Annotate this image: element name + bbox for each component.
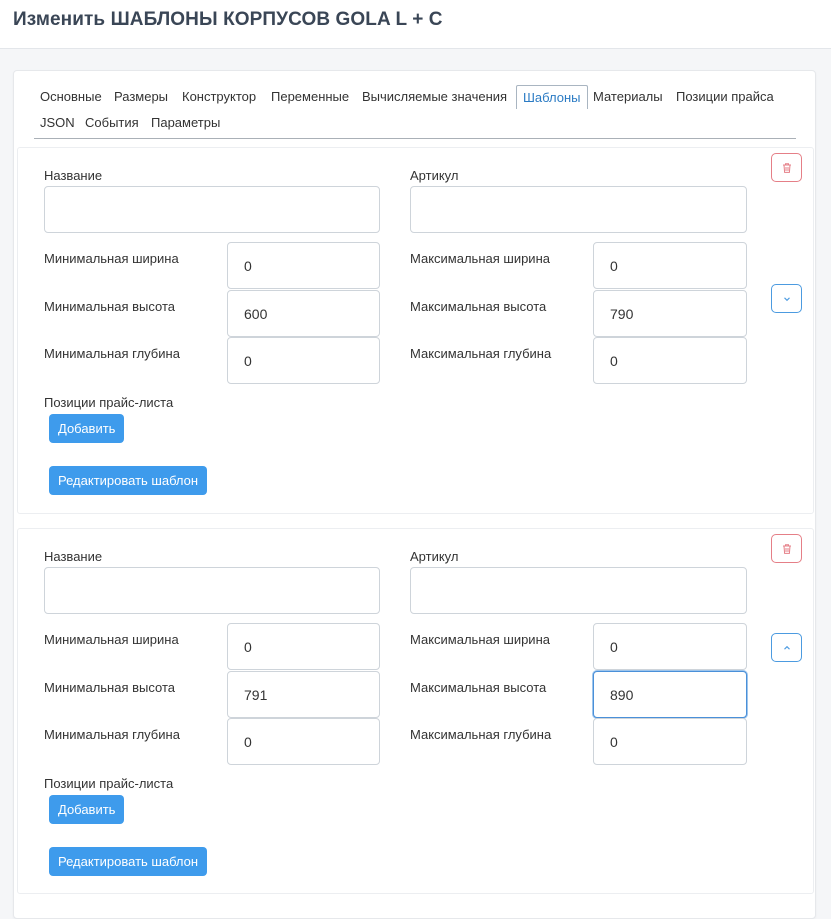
name-label: Название [44, 549, 103, 564]
edit-template-button[interactable]: Редактировать шаблон [49, 847, 208, 876]
min-depth-input[interactable] [227, 718, 380, 765]
price-positions-label: Позиции прайс-листа [44, 776, 174, 791]
max-depth-input[interactable] [593, 718, 747, 765]
collapse-toggle-button[interactable] [771, 633, 802, 662]
page-title: Изменить ШАБЛОНЫ КОРПУСОВ GOLA L + C [13, 9, 443, 30]
max-depth-label: Максимальная глубина [410, 346, 552, 361]
max-width-label: Максимальная ширина [410, 632, 550, 647]
min-width-label: Минимальная ширина [44, 632, 179, 647]
add-price-position-button[interactable]: Добавить [49, 795, 125, 824]
max-height-label: Максимальная высота [410, 299, 547, 314]
delete-template-button[interactable] [771, 534, 802, 563]
edit-template-button[interactable]: Редактировать шаблон [49, 466, 208, 495]
article-label: Артикул [410, 549, 459, 564]
template-section: Название Артикул Минимальная ширина Макс… [17, 528, 814, 894]
name-label: Название [44, 168, 103, 183]
min-height-label: Минимальная высота [44, 299, 175, 314]
tab-json[interactable]: JSON [34, 111, 81, 135]
edit-card: Основные Размеры Конструктор Переменные … [13, 70, 816, 919]
price-positions-label: Позиции прайс-листа [44, 395, 174, 410]
article-input[interactable] [410, 567, 747, 614]
max-width-label: Максимальная ширина [410, 251, 550, 266]
min-depth-label: Минимальная глубина [44, 346, 180, 361]
tab-sizes[interactable]: Размеры [108, 85, 174, 109]
article-input[interactable] [410, 186, 747, 233]
collapse-toggle-button[interactable] [771, 284, 802, 313]
tab-constructor[interactable]: Конструктор [176, 85, 262, 109]
trash-icon [781, 162, 793, 174]
add-price-position-button[interactable]: Добавить [49, 414, 125, 443]
tab-parameters[interactable]: Параметры [145, 111, 226, 135]
max-height-label: Максимальная высота [410, 680, 547, 695]
tab-basic[interactable]: Основные [34, 85, 108, 109]
tab-templates[interactable]: Шаблоны [516, 85, 588, 109]
max-width-input[interactable] [593, 242, 747, 289]
chevron-down-icon [782, 294, 792, 304]
max-width-input[interactable] [593, 623, 747, 670]
max-depth-input[interactable] [593, 337, 747, 384]
chevron-up-icon [782, 643, 792, 653]
tab-price-positions[interactable]: Позиции прайса [670, 85, 780, 109]
min-height-input[interactable] [227, 290, 380, 337]
delete-template-button[interactable] [771, 153, 802, 182]
tab-variables[interactable]: Переменные [265, 85, 355, 109]
min-depth-label: Минимальная глубина [44, 727, 180, 742]
min-height-input[interactable] [227, 671, 380, 718]
tab-materials[interactable]: Материалы [587, 85, 669, 109]
tab-events[interactable]: События [79, 111, 145, 135]
template-section: Название Артикул Минимальная ширина Макс… [17, 147, 814, 514]
max-height-input[interactable] [593, 671, 747, 718]
min-height-label: Минимальная высота [44, 680, 175, 695]
min-width-label: Минимальная ширина [44, 251, 179, 266]
article-label: Артикул [410, 168, 459, 183]
min-width-input[interactable] [227, 623, 380, 670]
trash-icon [781, 543, 793, 555]
min-depth-input[interactable] [227, 337, 380, 384]
min-width-input[interactable] [227, 242, 380, 289]
max-height-input[interactable] [593, 290, 747, 337]
tab-computed-values[interactable]: Вычисляемые значения [356, 85, 513, 109]
tab-bar: Основные Размеры Конструктор Переменные … [34, 85, 796, 139]
name-input[interactable] [44, 567, 380, 614]
max-depth-label: Максимальная глубина [410, 727, 552, 742]
name-input[interactable] [44, 186, 380, 233]
page-header: Изменить ШАБЛОНЫ КОРПУСОВ GOLA L + C [0, 0, 831, 49]
